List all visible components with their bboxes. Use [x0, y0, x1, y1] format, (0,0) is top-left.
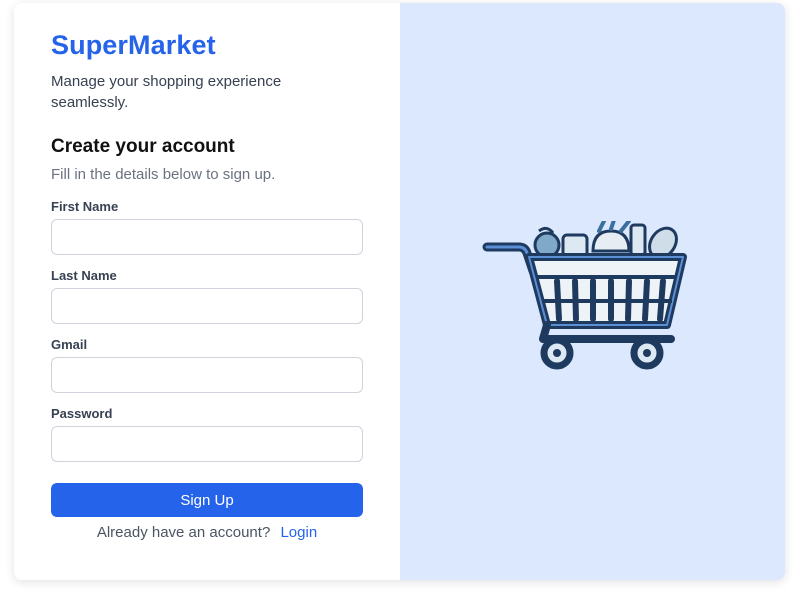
form-heading: Create your account — [51, 136, 235, 157]
form-subheading: Fill in the details below to sign up. — [51, 166, 276, 183]
last-name-group: Last Name — [51, 268, 363, 324]
password-input[interactable] — [51, 426, 363, 462]
login-prompt-row: Already have an account? Login — [51, 523, 363, 543]
password-label: Password — [51, 406, 113, 421]
shopping-cart-icon — [482, 220, 687, 369]
gmail-group: Gmail — [51, 337, 363, 393]
first-name-label: First Name — [51, 199, 119, 214]
password-group: Password — [51, 406, 363, 462]
brand-title: SuperMarket — [51, 30, 216, 60]
first-name-group: First Name — [51, 199, 363, 255]
signup-panel: SuperMarket Manage your shopping experie… — [14, 3, 400, 580]
gmail-label: Gmail — [51, 337, 88, 352]
last-name-label: Last Name — [51, 268, 117, 283]
signup-card: SuperMarket Manage your shopping experie… — [14, 3, 785, 580]
brand-tagline: Manage your shopping experience seamless… — [51, 73, 282, 111]
gmail-input[interactable] — [51, 357, 363, 393]
last-name-input[interactable] — [51, 288, 363, 324]
first-name-input[interactable] — [51, 219, 363, 255]
login-link[interactable]: Login — [280, 524, 317, 541]
sign-up-button[interactable]: Sign Up — [51, 483, 363, 517]
illustration-panel — [400, 3, 785, 580]
signup-form: First Name Last Name Gmail Password Sign… — [51, 199, 363, 517]
login-prompt-text: Already have an account? — [96, 524, 271, 541]
